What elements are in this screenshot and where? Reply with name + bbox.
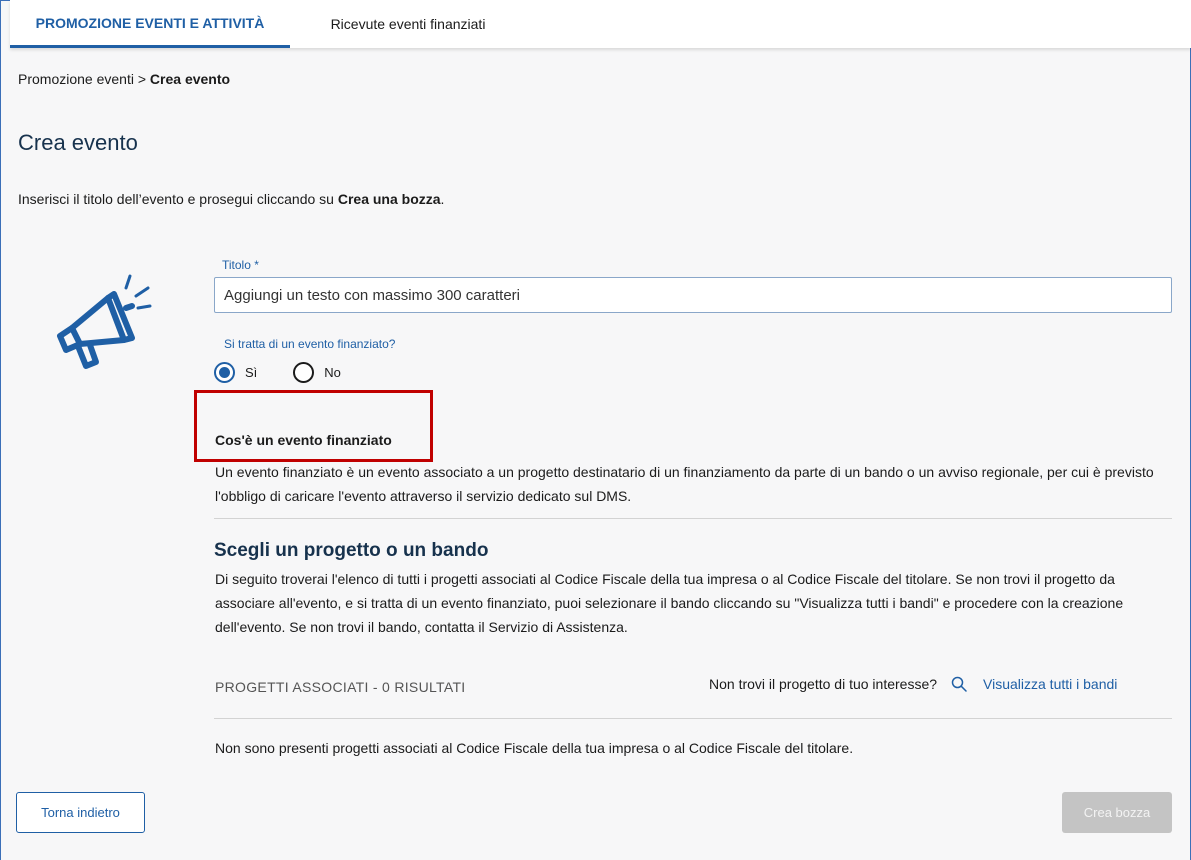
empty-projects-message: Non sono presenti progetti associati al … <box>215 740 854 756</box>
radio-si[interactable] <box>214 362 235 383</box>
tab-bar: PROMOZIONE EVENTI E ATTIVITÀ Ricevute ev… <box>10 0 1191 48</box>
not-found-bar: Non trovi il progetto di tuo interesse? … <box>709 676 1117 692</box>
project-section-text: Di seguito troverai l'elenco di tutti i … <box>215 571 1124 635</box>
divider <box>214 518 1172 519</box>
title-input[interactable] <box>214 277 1172 313</box>
title-field-label: Titolo * <box>222 258 259 272</box>
create-draft-button[interactable]: Crea bozza <box>1062 792 1172 833</box>
financed-info-title: Cos'è un evento finanziato <box>215 432 392 448</box>
megaphone-icon <box>48 270 158 375</box>
back-button[interactable]: Torna indietro <box>16 792 145 833</box>
radio-si-label[interactable]: Sì <box>245 365 257 380</box>
highlight-annotation-box <box>194 390 433 462</box>
view-all-bandi-link[interactable]: Visualizza tutti i bandi <box>983 676 1117 692</box>
breadcrumb-parent-link[interactable]: Promozione eventi <box>18 71 134 87</box>
page-title: Crea evento <box>18 130 138 155</box>
financed-question-label: Si tratta di un evento finanziato? <box>224 337 396 351</box>
project-section-title: Scegli un progetto o un bando <box>214 540 489 561</box>
financed-info-text: Un evento finanziato è un evento associa… <box>215 464 1154 504</box>
breadcrumb-separator: > <box>137 71 147 87</box>
radio-no-label[interactable]: No <box>324 365 341 380</box>
radio-no[interactable] <box>293 362 315 383</box>
not-found-question: Non trovi il progetto di tuo interesse? <box>709 676 938 692</box>
tab-ricevute-eventi[interactable]: Ricevute eventi finanziati <box>290 0 526 48</box>
intro-prefix: Inserisci il titolo dell’evento e proseg… <box>18 191 338 207</box>
breadcrumb-current: Crea evento <box>149 71 231 87</box>
intro-bold: Crea una bozza <box>337 191 441 207</box>
intro-text: Inserisci il titolo dell’evento e proseg… <box>18 191 444 207</box>
associated-projects-header: PROGETTI ASSOCIATI - 0 RISULTATI <box>215 679 466 695</box>
intro-suffix: . <box>440 191 445 207</box>
search-icon[interactable] <box>951 676 967 692</box>
financed-radio-group: Sì No <box>214 362 377 383</box>
tab-promozione-eventi[interactable]: PROMOZIONE EVENTI E ATTIVITÀ <box>10 0 290 48</box>
app-frame <box>0 0 1191 860</box>
divider <box>214 718 1172 719</box>
breadcrumb: Promozione eventi > Crea evento <box>18 71 230 87</box>
